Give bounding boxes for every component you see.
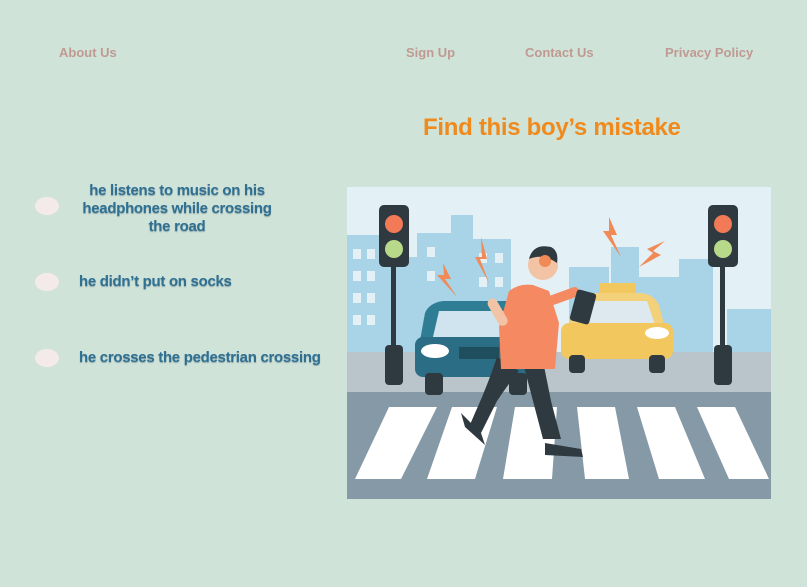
sidewalk <box>347 352 771 392</box>
nav-contact-us-link[interactable]: Contact Us <box>525 45 594 60</box>
quiz-title: Find this boy’s mistake <box>423 114 681 141</box>
boy-crossing-street-illustration <box>347 187 771 499</box>
answer-radio-2[interactable] <box>35 273 59 291</box>
answer-label-1[interactable]: he listens to music on his headphones wh… <box>79 182 275 236</box>
answer-label-3[interactable]: he crosses the pedestrian crossing <box>79 349 321 367</box>
answer-label-2[interactable]: he didn’t put on socks <box>79 273 232 291</box>
answer-radio-1[interactable] <box>35 197 59 215</box>
nav-sign-up-link[interactable]: Sign Up <box>406 45 455 60</box>
answer-radio-3[interactable] <box>35 349 59 367</box>
nav-privacy-policy-link[interactable]: Privacy Policy <box>665 45 753 60</box>
nav-about-us-link[interactable]: About Us <box>59 45 117 60</box>
